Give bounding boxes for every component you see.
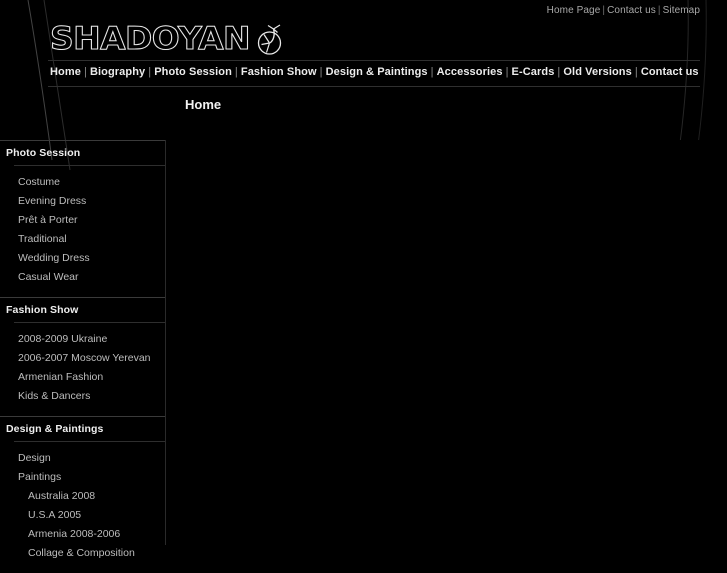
sidebar-item[interactable]: Australia 2008 xyxy=(0,487,165,506)
nav-item-fashion-show[interactable]: Fashion Show xyxy=(241,66,317,78)
page-title: Home xyxy=(185,97,222,112)
nav-separator-8: | xyxy=(634,66,638,78)
sidebar-item[interactable]: Design xyxy=(0,449,165,468)
nav-item-biography[interactable]: Biography xyxy=(90,66,145,78)
sidebar-item[interactable]: Evening Dress xyxy=(0,192,165,211)
main-content-area xyxy=(167,140,727,545)
sidebar-section-header: Photo Session xyxy=(0,140,165,165)
nav-item-accessories[interactable]: Accessories xyxy=(437,66,503,78)
nav-item-photo-session[interactable]: Photo Session xyxy=(154,66,232,78)
sidebar-item[interactable]: Wedding Dress xyxy=(0,249,165,268)
top-link-home-page[interactable]: Home Page xyxy=(547,5,601,16)
utility-links: Home Page | Contact us | Sitemap xyxy=(547,5,700,16)
site-header: Home Page | Contact us | Sitemap SHADOYAN Ho… xyxy=(0,0,727,88)
top-link-contact-us[interactable]: Contact us xyxy=(607,5,656,16)
sidebar: Photo Session Costume Evening Dress Prêt à … xyxy=(0,140,166,559)
top-link-separator-2: | xyxy=(657,5,661,16)
sidebar-item[interactable]: Casual Wear xyxy=(0,268,165,287)
nav-separator-7: | xyxy=(557,66,561,78)
top-link-sitemap[interactable]: Sitemap xyxy=(663,5,700,16)
nav-separator-2: | xyxy=(148,66,152,78)
nav-separator-6: | xyxy=(505,66,509,78)
top-link-separator-1: | xyxy=(602,5,606,16)
sidebar-item[interactable]: 2006-2007 Moscow Yerevan xyxy=(0,349,165,368)
sidebar-item[interactable]: Paintings xyxy=(0,468,165,487)
main-navigation: Home | Biography | Photo Session | Fashion Sho… xyxy=(50,66,699,78)
sidebar-item[interactable]: Costume xyxy=(0,173,165,192)
nav-separator-1: | xyxy=(83,66,87,78)
sidebar-item[interactable]: U.S.A 2005 xyxy=(0,506,165,525)
sidebar-section-items: Design Paintings Australia 2008 U.S.A 2005 A… xyxy=(0,442,165,573)
nav-separator-4: | xyxy=(319,66,323,78)
nav-item-contact-us[interactable]: Contact us xyxy=(641,66,699,78)
sidebar-item[interactable]: Armenian Fashion xyxy=(0,368,165,387)
sidebar-item[interactable]: Prêt à Porter xyxy=(0,211,165,230)
sidebar-item[interactable]: 2008-2009 Ukraine xyxy=(0,330,165,349)
sidebar-section-items: Costume Evening Dress Prêt à Porter Traditi… xyxy=(0,166,165,297)
pomegranate-icon xyxy=(257,24,281,55)
nav-item-design-paintings[interactable]: Design & Paintings xyxy=(326,66,428,78)
nav-item-old-versions[interactable]: Old Versions xyxy=(563,66,631,78)
sidebar-item[interactable]: Collage & Composition xyxy=(0,544,165,563)
sidebar-section-header: Design & Paintings xyxy=(0,416,165,441)
sidebar-section-items: 2008-2009 Ukraine 2006-2007 Moscow Yereva… xyxy=(0,323,165,416)
nav-separator-3: | xyxy=(234,66,238,78)
nav-separator-5: | xyxy=(430,66,434,78)
sidebar-item[interactable]: Traditional xyxy=(0,230,165,249)
nav-item-e-cards[interactable]: E-Cards xyxy=(512,66,555,78)
nav-rule-bottom xyxy=(48,86,700,87)
sidebar-item[interactable]: Kids & Dancers xyxy=(0,387,165,406)
nav-item-home[interactable]: Home xyxy=(50,66,81,78)
site-logo[interactable]: SHADOYAN xyxy=(49,18,285,60)
nav-rule-top xyxy=(48,60,700,61)
sidebar-section-header: Fashion Show xyxy=(0,297,165,322)
sidebar-item[interactable]: Armenia 2008-2006 xyxy=(0,525,165,544)
logo-wordmark: SHADOYAN xyxy=(49,20,251,57)
